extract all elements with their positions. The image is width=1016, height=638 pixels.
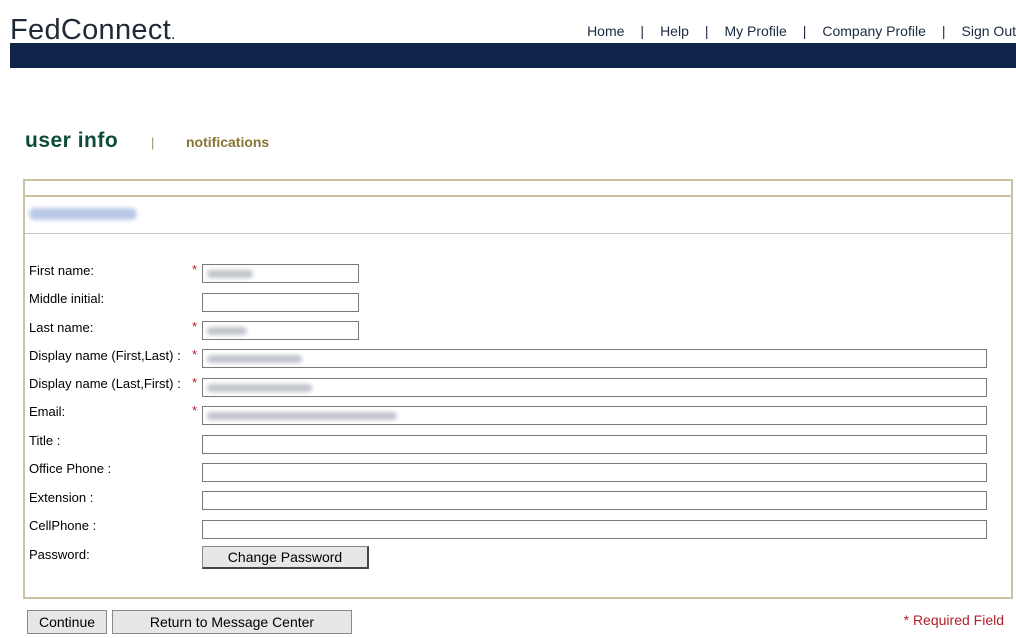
middle-initial-label: Middle initial: bbox=[29, 291, 105, 306]
required-asterisk: * bbox=[192, 347, 198, 362]
extension-input[interactable] bbox=[202, 491, 987, 510]
redacted-value bbox=[207, 412, 397, 420]
top-navigation: Home | Help | My Profile | Company Profile | Sig… bbox=[587, 23, 1016, 39]
cellphone-label: CellPhone : bbox=[29, 518, 97, 533]
header-banner bbox=[10, 43, 1016, 68]
redacted-value bbox=[207, 270, 253, 278]
user-display-name-redacted bbox=[29, 208, 137, 220]
required-asterisk: * bbox=[192, 319, 198, 334]
required-asterisk: * bbox=[192, 403, 198, 418]
return-to-message-center-button[interactable]: Return to Message Center bbox=[112, 610, 352, 634]
office-phone-input[interactable] bbox=[202, 463, 987, 482]
panel-divider bbox=[25, 195, 1012, 197]
display-name-last-first-input[interactable] bbox=[202, 378, 987, 397]
change-password-button[interactable]: Change Password bbox=[202, 546, 369, 569]
last-name-input[interactable] bbox=[202, 321, 359, 340]
nav-home-link[interactable]: Home bbox=[587, 23, 624, 39]
redacted-value bbox=[207, 327, 247, 335]
display-name-first-last-input[interactable] bbox=[202, 349, 987, 368]
display-name-first-last-label: Display name (First,Last) : bbox=[29, 348, 181, 363]
required-asterisk: * bbox=[192, 375, 198, 390]
title-input[interactable] bbox=[202, 435, 987, 454]
password-label: Password: bbox=[29, 547, 90, 562]
nav-help-link[interactable]: Help bbox=[660, 23, 689, 39]
title-label: Title : bbox=[29, 433, 61, 448]
nav-sign-out-link[interactable]: Sign Out bbox=[962, 23, 1016, 39]
redacted-value bbox=[207, 355, 302, 363]
cellphone-input[interactable] bbox=[202, 520, 987, 539]
nav-my-profile-link[interactable]: My Profile bbox=[725, 23, 787, 39]
first-name-input[interactable] bbox=[202, 264, 359, 283]
required-field-note: * Required Field bbox=[903, 612, 1004, 628]
tab-notifications[interactable]: notifications bbox=[186, 134, 269, 150]
office-phone-label: Office Phone : bbox=[29, 461, 112, 476]
extension-label: Extension : bbox=[29, 490, 94, 505]
nav-separator: | bbox=[802, 23, 807, 39]
tab-user-info[interactable]: user info bbox=[25, 129, 118, 153]
display-name-last-first-label: Display name (Last,First) : bbox=[29, 376, 181, 391]
email-input[interactable] bbox=[202, 406, 987, 425]
nav-separator: | bbox=[704, 23, 709, 39]
nav-company-profile-link[interactable]: Company Profile bbox=[822, 23, 926, 39]
redacted-value bbox=[207, 384, 312, 392]
tab-separator: | bbox=[151, 135, 155, 150]
last-name-label: Last name: bbox=[29, 320, 94, 335]
first-name-label: First name: bbox=[29, 263, 95, 278]
logo-mark: . bbox=[171, 26, 176, 43]
nav-separator: | bbox=[640, 23, 645, 39]
middle-initial-input[interactable] bbox=[202, 293, 359, 312]
nav-separator: | bbox=[941, 23, 946, 39]
continue-button[interactable]: Continue bbox=[27, 610, 107, 634]
logo-text: FedConnect bbox=[10, 14, 171, 46]
required-asterisk: * bbox=[192, 262, 198, 277]
name-divider bbox=[25, 233, 1012, 234]
email-label: Email: bbox=[29, 404, 66, 419]
